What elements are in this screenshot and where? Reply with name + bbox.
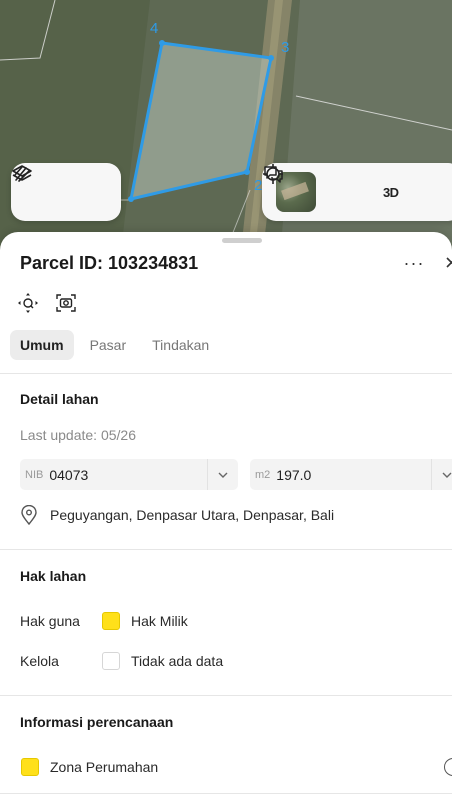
area-prefix: m2 (255, 468, 271, 481)
detail-heading: Detail lahan (20, 391, 99, 407)
parcel-title: Parcel ID: 103234831 (20, 253, 199, 273)
parcel-vertex[interactable] (128, 196, 134, 202)
zoom-search-icon (18, 293, 38, 313)
camera-button[interactable] (54, 291, 78, 315)
planning-heading: Informasi perencanaan (20, 714, 174, 730)
parcel-vertex[interactable] (159, 40, 165, 46)
more-options-button[interactable]: ··· (400, 250, 428, 276)
close-button[interactable] (442, 250, 452, 276)
vertex-label: 4 (150, 20, 158, 37)
address-text: Peguyangan, Denpasar Utara, Denpasar, Ba… (50, 507, 335, 523)
nib-dropdown-button[interactable] (207, 459, 238, 490)
map-tools-right: 3D (262, 163, 452, 221)
address-row: Peguyangan, Denpasar Utara, Denpasar, Ba… (20, 505, 334, 525)
parcel-sheet: Parcel ID: 103234831 ··· Umum Pasar Tind… (0, 232, 452, 804)
zone-info-button[interactable] (444, 758, 452, 776)
divider (0, 373, 452, 374)
tab-pasar[interactable]: Pasar (80, 330, 137, 360)
nib-value: 04073 (49, 466, 89, 483)
close-icon (446, 257, 452, 268)
nib-prefix: NIB (25, 468, 44, 481)
area-dropdown-button[interactable] (431, 459, 452, 490)
chevron-down-icon (218, 472, 228, 478)
chat-icon (264, 166, 283, 183)
map-view[interactable]: 4 3 2 3D (0, 0, 452, 260)
vertex-label: 3 (281, 39, 289, 56)
map-tools-left (11, 163, 121, 221)
view-3d-label: 3D (382, 184, 399, 200)
chat-button[interactable] (264, 166, 452, 214)
tab-umum[interactable]: Umum (10, 330, 74, 360)
rights-heading: Hak lahan (20, 568, 87, 584)
parcel-vertex[interactable] (244, 169, 250, 175)
hak-guna-label: Hak guna (20, 613, 80, 629)
divider (0, 695, 452, 696)
tab-tindakan[interactable]: Tindakan (142, 330, 219, 360)
zone-swatch (21, 758, 39, 776)
zone-label: Zona Perumahan (50, 759, 159, 775)
last-update-text: Last update: 05/26 (20, 427, 136, 443)
view-3d-button[interactable]: 3D (367, 170, 415, 214)
area-value: 197.0 (276, 466, 312, 483)
location-pin-icon (21, 505, 37, 525)
chevron-down-icon (442, 472, 452, 478)
nib-field[interactable]: NIB 04073 (20, 459, 238, 490)
camera-icon (56, 294, 76, 312)
parcel-tools (16, 291, 78, 315)
map-canvas: 4 3 2 (0, 0, 452, 260)
kelola-value: Tidak ada data (131, 653, 224, 669)
measure-icon (14, 166, 30, 182)
divider (0, 793, 452, 794)
parcel-vertex[interactable] (268, 55, 274, 61)
hak-guna-value: Hak Milik (131, 613, 188, 629)
tab-bar: Umum Pasar Tindakan (10, 330, 219, 360)
area-field[interactable]: m2 197.0 (250, 459, 452, 490)
kelola-label: Kelola (20, 653, 59, 669)
sheet-drag-handle[interactable] (222, 238, 262, 243)
zoom-to-parcel-button[interactable] (16, 291, 40, 315)
hak-guna-swatch (102, 612, 120, 630)
divider (0, 549, 452, 550)
locate-button[interactable] (263, 164, 368, 214)
measure-button[interactable] (14, 166, 111, 214)
kelola-swatch (102, 652, 120, 670)
